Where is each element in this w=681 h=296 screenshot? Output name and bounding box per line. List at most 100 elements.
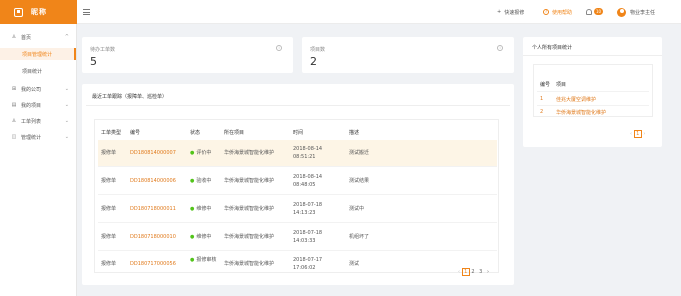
table-row[interactable]: 报修单 DD180814000007 ● 评价中 华侨海景城智能化维护 2018-… (98, 140, 497, 167)
table-row[interactable]: 报修单 DD180814000006 ● 验收中 华侨海景城智能化维护 2018-… (98, 168, 497, 195)
next-page-button[interactable]: › (487, 269, 489, 275)
top-header: + 快速报修 ? 使用帮助 10 物业李主任 (77, 0, 681, 24)
sidebar-item-project-management-stats[interactable]: 项目管理统计 (0, 48, 76, 60)
stat-label: 项目数 (310, 47, 326, 53)
divider (537, 105, 649, 106)
person-icon: ♙ (11, 118, 17, 124)
sidebar-item-management-stats[interactable]: ◫ 管理统计 ⌄ (0, 131, 76, 143)
order-number-link[interactable]: DD180718000011 (130, 206, 176, 214)
cell-type: 报修单 (101, 206, 117, 212)
prev-page-button[interactable]: ‹ (458, 269, 460, 275)
cell-project: 华侨海景城智能化维护 (224, 234, 275, 240)
help-button[interactable]: ? 使用帮助 (543, 0, 572, 24)
page-2-button[interactable]: 2 (471, 269, 474, 275)
user-name: 物业李主任 (630, 9, 656, 16)
project-id: 1 (540, 96, 544, 102)
cell-status: ● 维修中 (190, 206, 212, 212)
project-link[interactable]: 佳兆大厦空调维护 (556, 96, 596, 103)
chevron-down-icon: ⌄ (64, 118, 69, 124)
quick-report-button[interactable]: + 快速报修 (497, 0, 524, 24)
stat-card-pending-orders: 待办工单数 5 i (82, 37, 293, 73)
cell-project: 华侨海景城智能化维护 (224, 178, 275, 184)
help-icon: ? (543, 9, 549, 15)
prev-page-button[interactable]: ‹ (630, 131, 632, 137)
cell-project: 华侨海景城智能化维护 (224, 206, 275, 212)
order-number-link[interactable]: DD180814000007 (130, 150, 176, 158)
column-header: 编号 (540, 82, 551, 88)
column-header: 时间 (293, 130, 304, 136)
column-header: 描述 (349, 130, 360, 136)
cell-type: 报修单 (101, 178, 117, 184)
pagination: ‹ 1 › (630, 130, 645, 138)
sidebar-item-work-orders[interactable]: ♙ 工单列表 ⌄ (0, 115, 76, 127)
chevron-down-icon: ⌄ (64, 134, 69, 140)
brand-name: 昵称 (31, 8, 47, 16)
order-number-link[interactable]: DD180814000006 (130, 178, 176, 186)
panel-title: 个人所有项目统计 (532, 45, 573, 51)
cell-time: 2018-07-17 17:06:02 (293, 257, 323, 271)
table-row[interactable]: 报修单 DD180718000010 ● 维修中 华侨海景城智能化维护 2018-… (98, 224, 497, 251)
my-projects-table: 编号 项目 1 佳兆大厦空调维护 2 华侨海景城智能化维护 (533, 64, 653, 117)
chevron-down-icon: ⌄ (64, 102, 69, 108)
panel-title: 最近工单跟踪（报障单、巡检单） (92, 94, 168, 100)
project-id: 2 (540, 109, 544, 115)
brand-header[interactable]: 昵称 (0, 0, 77, 24)
cell-type: 报修单 (101, 150, 117, 156)
stat-card-project-count: 项目数 2 i (302, 37, 514, 73)
column-header: 项目 (556, 82, 567, 88)
stat-value: 5 (90, 55, 97, 68)
logo-icon (14, 7, 23, 17)
sidebar-item-my-company[interactable]: ⊞ 我的公司 ⌄ (0, 83, 76, 95)
order-number-link[interactable]: DD180717000056 (130, 261, 176, 269)
cell-status: ● 评价中 (190, 150, 212, 156)
column-header: 工单类型 (101, 130, 122, 136)
cell-desc: 测试结果 (349, 178, 370, 184)
cell-time: 2018-08-14 08:51:21 (293, 146, 323, 160)
grid-icon: ⊞ (11, 86, 17, 92)
info-icon[interactable]: i (497, 45, 503, 51)
cell-type: 报修单 (101, 261, 117, 267)
sidebar-item-label: 首页 (21, 34, 32, 41)
page-1-button[interactable]: 1 (633, 130, 642, 138)
cell-time: 2018-07-18 14:13:23 (293, 202, 323, 216)
cell-status: ● 报修审核 (190, 257, 217, 263)
page-3-button[interactable]: 3 (479, 269, 482, 275)
divider (86, 105, 510, 106)
help-label: 使用帮助 (552, 9, 573, 16)
info-icon[interactable]: i (276, 45, 282, 51)
plus-icon: + (497, 9, 502, 15)
recent-orders-table: 工单类型 编号 状态 所在项目 时间 描述 报修单 DD180814000007… (94, 119, 499, 273)
table-row[interactable]: 报修单 DD180718000011 ● 维修中 华侨海景城智能化维护 2018-… (98, 196, 497, 223)
cell-project: 华侨海景城智能化维护 (224, 261, 275, 267)
sidebar-item-label: 项目管理统计 (22, 51, 53, 58)
user-menu[interactable]: 物业李主任 (617, 0, 655, 24)
pagination: ‹ 1 2 3 › (458, 268, 489, 276)
column-header: 编号 (130, 130, 141, 136)
my-projects-panel: 个人所有项目统计 编号 项目 1 佳兆大厦空调维护 2 华侨海景城智能化维护 ‹… (523, 37, 662, 147)
cell-status: ● 验收中 (190, 178, 212, 184)
order-number-link[interactable]: DD180718000010 (130, 234, 176, 242)
sidebar-item-label: 工单列表 (21, 118, 42, 125)
sidebar-item-label: 我的项目 (21, 102, 42, 109)
stat-label: 待办工单数 (90, 47, 116, 53)
cell-time: 2018-07-18 14:03:33 (293, 230, 323, 244)
cell-desc: 机组坏了 (349, 234, 370, 240)
column-header: 状态 (190, 130, 201, 136)
stat-value: 2 (310, 55, 317, 68)
chevron-up-icon: ^ (64, 34, 69, 40)
cell-type: 报修单 (101, 234, 117, 240)
sidebar-item-project-stats[interactable]: 项目统计 (0, 65, 76, 77)
divider (523, 55, 662, 56)
page-1-button[interactable]: 1 (461, 268, 470, 276)
project-link[interactable]: 华侨海景城智能化维护 (556, 109, 606, 116)
sidebar-item-home[interactable]: ♙ 首页 ^ (0, 31, 76, 43)
notifications-button[interactable] (586, 0, 592, 24)
menu-toggle-icon[interactable] (83, 9, 90, 15)
sidebar-item-label: 项目统计 (22, 68, 43, 75)
table-row[interactable]: 报修单 DD180717000056 ● 报修审核 华侨海景城智能化维护 2018… (98, 251, 497, 278)
avatar (617, 7, 626, 17)
sidebar-item-my-projects[interactable]: ▤ 我的项目 ⌄ (0, 99, 76, 111)
next-page-button[interactable]: › (643, 131, 645, 137)
sidebar-item-label: 管理统计 (21, 134, 42, 141)
recent-orders-panel: 最近工单跟踪（报障单、巡检单） 工单类型 编号 状态 所在项目 时间 描述 报修… (82, 84, 514, 285)
